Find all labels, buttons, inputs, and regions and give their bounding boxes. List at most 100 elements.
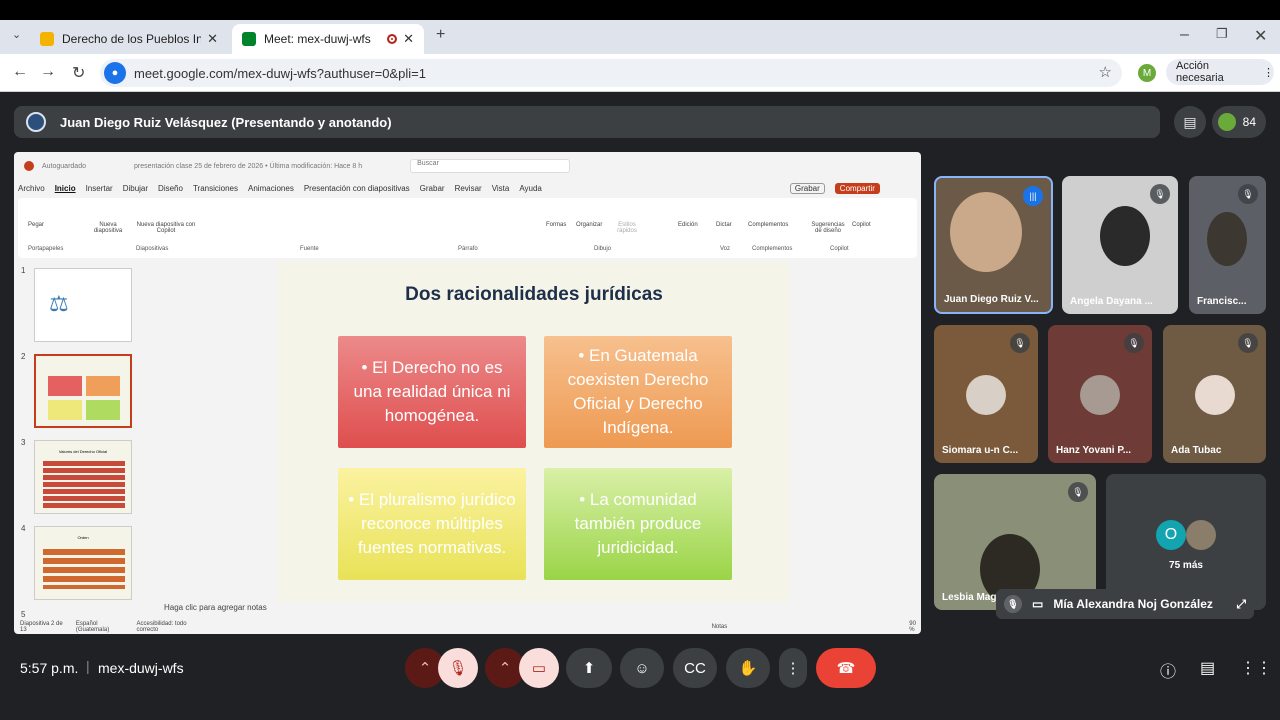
divider: | bbox=[86, 658, 90, 674]
participant-tile-francisco[interactable]: 🎙 Francisc... bbox=[1189, 176, 1266, 314]
tab-search-icon[interactable]: ⌄ bbox=[12, 28, 21, 41]
reactions-button[interactable]: ☺ bbox=[620, 648, 664, 688]
group-dibujo: Dibujo bbox=[594, 246, 612, 252]
hide-presentation-icon[interactable]: ▤ bbox=[1174, 106, 1206, 138]
addins-button[interactable]: Complementos bbox=[748, 222, 788, 228]
status-language: Español (Guatemala) bbox=[75, 621, 110, 633]
present-button[interactable]: ⬆ bbox=[566, 648, 612, 688]
group-portapapeles: Portapapeles bbox=[28, 246, 64, 252]
arrange-button[interactable]: Organizar bbox=[576, 222, 602, 228]
menu-vista[interactable]: Vista bbox=[492, 184, 510, 193]
participants-button[interactable]: 84 bbox=[1212, 106, 1266, 138]
menu-ayuda[interactable]: Ayuda bbox=[519, 184, 542, 193]
muted-mic-icon: 🎙 bbox=[1010, 333, 1030, 353]
more-avatar-photo bbox=[1186, 520, 1216, 550]
participant-tile-hanz[interactable]: 🎙 Hanz Yovani P... bbox=[1048, 325, 1152, 463]
menu-inicio[interactable]: Inicio bbox=[55, 184, 76, 193]
menu-dibujar[interactable]: Dibujar bbox=[123, 184, 148, 193]
paste-button[interactable]: Pegar bbox=[28, 222, 44, 228]
participant-name: Lesbia Mag bbox=[942, 592, 997, 603]
shapes-button[interactable]: Formas bbox=[546, 222, 566, 228]
more-options-button[interactable]: ⋮ bbox=[779, 648, 807, 688]
notes-pane[interactable]: Haga clic para agregar notas bbox=[154, 600, 914, 616]
close-tab-icon[interactable]: ✕ bbox=[403, 31, 414, 47]
action-label: Acción necesaria bbox=[1176, 60, 1224, 84]
close-window-icon[interactable]: ✕ bbox=[1254, 26, 1267, 46]
presenter-banner: Juan Diego Ruiz Velásquez (Presentando y… bbox=[14, 106, 1160, 138]
thumb-box bbox=[48, 376, 82, 396]
back-icon[interactable]: ← bbox=[12, 63, 28, 81]
participant-tile-juan[interactable]: ||| Juan Diego Ruiz V... bbox=[934, 176, 1053, 314]
group-fuente: Fuente bbox=[300, 246, 319, 252]
menu-grabar[interactable]: Grabar bbox=[420, 184, 445, 193]
camera-off-button[interactable]: ▭ bbox=[519, 648, 559, 688]
new-tab-icon[interactable]: + bbox=[436, 26, 445, 44]
tab-meet[interactable]: Meet: mex-duwj-wfs ✕ bbox=[232, 24, 424, 54]
presenter-name: Juan Diego Ruiz Velásquez (Presentando y… bbox=[60, 114, 392, 130]
menu-transiciones[interactable]: Transiciones bbox=[193, 184, 238, 193]
menu-presentacion[interactable]: Presentación con diapositivas bbox=[304, 184, 410, 193]
participant-tile-ada[interactable]: 🎙 Ada Tubac bbox=[1163, 325, 1266, 463]
slide-canvas[interactable]: Dos racionalidades jurídicas • El Derech… bbox=[278, 262, 790, 602]
participant-tile-siomara[interactable]: 🎙 Siomara u-n C... bbox=[934, 325, 1038, 463]
speaking-icon: ||| bbox=[1023, 186, 1043, 206]
menu-dots-icon: ⋮ bbox=[1263, 66, 1274, 79]
chat-icon[interactable]: ▤ bbox=[1200, 658, 1215, 678]
muted-mic-icon: 🎙 bbox=[1150, 184, 1170, 204]
meet-stage: Juan Diego Ruiz Velásquez (Presentando y… bbox=[0, 92, 1280, 720]
reload-icon[interactable]: ↻ bbox=[72, 63, 85, 83]
info-icon[interactable]: ⓘ bbox=[1160, 658, 1176, 682]
mic-active-icon: ● bbox=[104, 62, 126, 84]
self-view-bar[interactable]: 🎙 ▭ Mía Alexandra Noj González ⤢ bbox=[996, 589, 1254, 619]
share-button[interactable]: Compartir bbox=[834, 182, 880, 194]
status-zoom[interactable]: 90 % bbox=[909, 621, 921, 633]
group-diapositivas: Diapositivas bbox=[136, 246, 169, 252]
shared-powerpoint: Autoguardado presentación clase 25 de fe… bbox=[14, 152, 921, 634]
forward-icon[interactable]: → bbox=[40, 63, 56, 81]
raise-hand-button[interactable]: ✋ bbox=[726, 648, 770, 688]
profile-avatar[interactable]: M bbox=[1138, 64, 1156, 82]
expand-icon[interactable]: ⤢ bbox=[1236, 597, 1246, 612]
thumbnail-slide-1[interactable]: ⚖ bbox=[34, 268, 132, 342]
design-ideas-button[interactable]: Sugerencias de diseño bbox=[808, 222, 848, 234]
address-bar: ← → ↻ ● meet.google.com/mex-duwj-wfs?aut… bbox=[0, 54, 1280, 92]
close-tab-icon[interactable]: ✕ bbox=[207, 31, 218, 47]
leave-call-button[interactable]: ☎ bbox=[816, 648, 876, 688]
new-slide-button[interactable]: Nueva diapositiva bbox=[88, 222, 128, 234]
new-slide-copilot-button[interactable]: Nueva diapositiva con Copilot bbox=[136, 222, 196, 234]
quick-styles-button[interactable]: Estilos rápidos bbox=[612, 222, 642, 234]
avatar bbox=[1080, 375, 1120, 415]
record-button[interactable]: Grabar bbox=[789, 182, 825, 194]
dictate-button[interactable]: Dictar bbox=[716, 222, 732, 228]
editing-button[interactable]: Edición bbox=[678, 222, 698, 228]
minimize-icon[interactable]: – bbox=[1180, 26, 1189, 44]
participant-name: Siomara u-n C... bbox=[942, 445, 1019, 456]
thumb-title: Valores del Derecho Oficial bbox=[58, 449, 108, 454]
menu-revisar[interactable]: Revisar bbox=[455, 184, 482, 193]
menu-diseno[interactable]: Diseño bbox=[158, 184, 183, 193]
thumb-list bbox=[43, 549, 125, 589]
recording-icon bbox=[387, 34, 398, 44]
mic-off-button[interactable]: 🎙 bbox=[438, 648, 478, 688]
menu-animaciones[interactable]: Animaciones bbox=[248, 184, 294, 193]
url-field[interactable]: ● meet.google.com/mex-duwj-wfs?authuser=… bbox=[100, 59, 1122, 87]
captions-button[interactable]: CC bbox=[673, 648, 717, 688]
ppt-search[interactable]: Buscar bbox=[410, 159, 571, 173]
copilot-button[interactable]: Copilot bbox=[852, 222, 871, 228]
self-name: Mía Alexandra Noj González bbox=[1053, 597, 1213, 611]
bookmark-star-icon[interactable]: ☆ bbox=[1099, 63, 1112, 81]
thumbnail-slide-2[interactable] bbox=[34, 354, 132, 428]
thumbnail-slide-4[interactable]: Orden bbox=[34, 526, 132, 600]
activities-icon[interactable]: ⋮⋮ bbox=[1240, 658, 1272, 678]
status-notes[interactable]: Notas bbox=[712, 624, 728, 630]
group-complementos: Complementos bbox=[752, 246, 793, 252]
participant-tile-angela[interactable]: 🎙 Angela Dayana ... bbox=[1062, 176, 1178, 314]
thumb-number: 5 bbox=[21, 610, 26, 619]
menu-archivo[interactable]: Archivo bbox=[18, 184, 45, 193]
maximize-icon[interactable]: ❐ bbox=[1216, 26, 1228, 42]
tab-derecho[interactable]: Derecho de los Pueblos Indígen ✕ bbox=[30, 24, 228, 54]
action-needed-button[interactable]: Acción necesaria ⋮ bbox=[1166, 59, 1274, 85]
thumb-list bbox=[43, 461, 125, 509]
menu-insertar[interactable]: Insertar bbox=[86, 184, 113, 193]
thumbnail-slide-3[interactable]: Valores del Derecho Oficial bbox=[34, 440, 132, 514]
